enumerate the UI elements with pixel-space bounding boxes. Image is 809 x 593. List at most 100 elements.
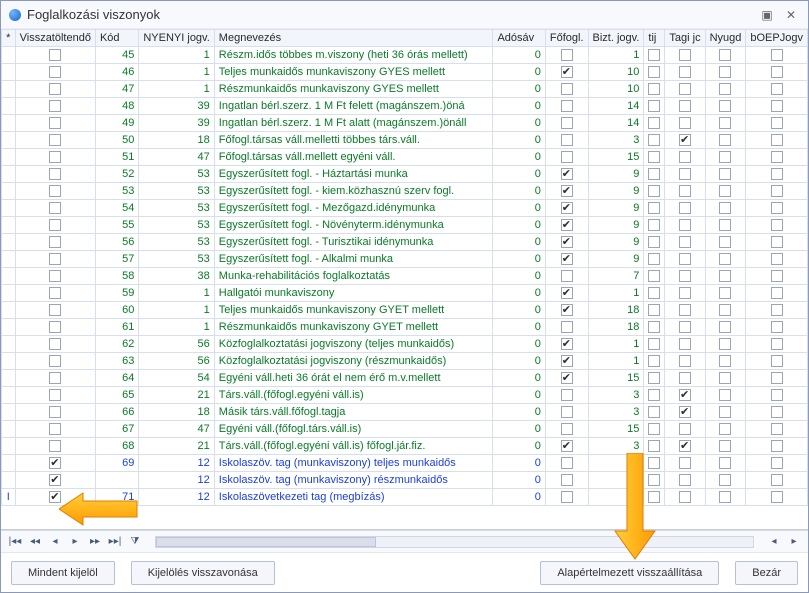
filter-icon[interactable]: ⧩	[127, 534, 143, 550]
table-row[interactable]: 5353Egyszerűsített fogl. - kiem.közhaszn…	[2, 183, 808, 200]
bizt-extra-checkbox[interactable]	[648, 389, 660, 401]
table-row[interactable]: 5553Egyszerűsített fogl. - Növényterm.id…	[2, 217, 808, 234]
fofogl-checkbox[interactable]	[561, 151, 573, 163]
nav-next-icon[interactable]: ▸	[67, 534, 83, 550]
fofogl-checkbox[interactable]	[561, 406, 573, 418]
nyugd-checkbox[interactable]	[719, 338, 731, 350]
boep-checkbox[interactable]	[771, 185, 783, 197]
bizt-extra-checkbox[interactable]	[648, 406, 660, 418]
fofogl-checkbox[interactable]	[561, 66, 573, 78]
bizt-extra-checkbox[interactable]	[648, 202, 660, 214]
close-button[interactable]: Bezár	[735, 561, 798, 585]
nyugd-checkbox[interactable]	[719, 49, 731, 61]
visszatoltendo-checkbox[interactable]	[49, 338, 61, 350]
nyugd-checkbox[interactable]	[719, 117, 731, 129]
bizt-extra-checkbox[interactable]	[648, 253, 660, 265]
fofogl-checkbox[interactable]	[561, 423, 573, 435]
tagi-checkbox[interactable]	[679, 185, 691, 197]
boep-checkbox[interactable]	[771, 83, 783, 95]
nav-prevpage-icon[interactable]: ◂◂	[27, 534, 43, 550]
nyugd-checkbox[interactable]	[719, 372, 731, 384]
fofogl-checkbox[interactable]	[561, 287, 573, 299]
col-tagi[interactable]: Tagi jc	[665, 30, 705, 47]
tagi-checkbox[interactable]	[679, 423, 691, 435]
close-icon[interactable]: ✕	[782, 6, 800, 24]
scrollbar-thumb[interactable]	[156, 537, 376, 547]
boep-checkbox[interactable]	[771, 287, 783, 299]
nav-first-icon[interactable]: |◂◂	[7, 534, 23, 550]
tagi-checkbox[interactable]	[679, 83, 691, 95]
nyugd-checkbox[interactable]	[719, 389, 731, 401]
boep-checkbox[interactable]	[771, 406, 783, 418]
visszatoltendo-checkbox[interactable]	[49, 134, 61, 146]
tagi-checkbox[interactable]	[679, 49, 691, 61]
fofogl-checkbox[interactable]	[561, 491, 573, 503]
nyugd-checkbox[interactable]	[719, 440, 731, 452]
table-row[interactable]: 4939Ingatlan bérl.szerz. 1 M Ft alatt (m…	[2, 115, 808, 132]
table-row[interactable]: 6912Iskolaszöv. tag (munkaviszony) telje…	[2, 455, 808, 472]
table-row[interactable]: 6521Társ.váll.(főfogl.egyéni váll.is)03	[2, 387, 808, 404]
bizt-extra-checkbox[interactable]	[648, 474, 660, 486]
fofogl-checkbox[interactable]	[561, 117, 573, 129]
nyugd-checkbox[interactable]	[719, 83, 731, 95]
nav-prev-icon[interactable]: ◂	[47, 534, 63, 550]
fofogl-checkbox[interactable]	[561, 134, 573, 146]
table-row[interactable]: 601Teljes munkaidős munkaviszony GYET me…	[2, 302, 808, 319]
horizontal-scrollbar[interactable]	[155, 536, 754, 548]
boep-checkbox[interactable]	[771, 304, 783, 316]
fofogl-checkbox[interactable]	[561, 270, 573, 282]
col-bizt-extra[interactable]: tij	[644, 30, 665, 47]
boep-checkbox[interactable]	[771, 49, 783, 61]
fofogl-checkbox[interactable]	[561, 389, 573, 401]
tagi-checkbox[interactable]	[679, 457, 691, 469]
nyugd-checkbox[interactable]	[719, 185, 731, 197]
tagi-checkbox[interactable]	[679, 406, 691, 418]
table-row[interactable]: 5653Egyszerűsített fogl. - Turisztikai i…	[2, 234, 808, 251]
boep-checkbox[interactable]	[771, 355, 783, 367]
visszatoltendo-checkbox[interactable]	[49, 389, 61, 401]
nyugd-checkbox[interactable]	[719, 321, 731, 333]
table-row[interactable]: 6821Társ.váll.(főfogl.egyéni váll.is) fő…	[2, 438, 808, 455]
bizt-extra-checkbox[interactable]	[648, 236, 660, 248]
visszatoltendo-checkbox[interactable]	[49, 49, 61, 61]
visszatoltendo-checkbox[interactable]	[49, 457, 61, 469]
bizt-extra-checkbox[interactable]	[648, 270, 660, 282]
tagi-checkbox[interactable]	[679, 134, 691, 146]
nyugd-checkbox[interactable]	[719, 168, 731, 180]
visszatoltendo-checkbox[interactable]	[49, 117, 61, 129]
bizt-extra-checkbox[interactable]	[648, 423, 660, 435]
tagi-checkbox[interactable]	[679, 151, 691, 163]
boep-checkbox[interactable]	[771, 270, 783, 282]
bizt-extra-checkbox[interactable]	[648, 287, 660, 299]
table-row[interactable]: 5838Munka-rehabilitációs foglalkoztatás0…	[2, 268, 808, 285]
boep-checkbox[interactable]	[771, 253, 783, 265]
bizt-extra-checkbox[interactable]	[648, 185, 660, 197]
visszatoltendo-checkbox[interactable]	[49, 100, 61, 112]
fofogl-checkbox[interactable]	[561, 202, 573, 214]
boep-checkbox[interactable]	[771, 151, 783, 163]
table-row[interactable]: 5253Egyszerűsített fogl. - Háztartási mu…	[2, 166, 808, 183]
col-kod[interactable]: Kód	[95, 30, 138, 47]
table-row[interactable]: 471Részmunkaidős munkaviszony GYES melle…	[2, 81, 808, 98]
table-row[interactable]: 591Hallgatói munkaviszony01	[2, 285, 808, 302]
scroll-right-icon[interactable]: ▸	[786, 534, 802, 550]
nav-last-icon[interactable]: ▸▸|	[107, 534, 123, 550]
tagi-checkbox[interactable]	[679, 321, 691, 333]
fofogl-checkbox[interactable]	[561, 457, 573, 469]
select-all-button[interactable]: Mindent kijelöl	[11, 561, 115, 585]
bizt-extra-checkbox[interactable]	[648, 372, 660, 384]
fofogl-checkbox[interactable]	[561, 185, 573, 197]
table-row[interactable]: 6454Egyéni váll.heti 36 órát el nem érő …	[2, 370, 808, 387]
boep-checkbox[interactable]	[771, 474, 783, 486]
bizt-extra-checkbox[interactable]	[648, 355, 660, 367]
boep-checkbox[interactable]	[771, 338, 783, 350]
bizt-extra-checkbox[interactable]	[648, 321, 660, 333]
boep-checkbox[interactable]	[771, 389, 783, 401]
nyugd-checkbox[interactable]	[719, 474, 731, 486]
nyugd-checkbox[interactable]	[719, 202, 731, 214]
boep-checkbox[interactable]	[771, 117, 783, 129]
deselect-button[interactable]: Kijelölés visszavonása	[131, 561, 275, 585]
tagi-checkbox[interactable]	[679, 219, 691, 231]
bizt-extra-checkbox[interactable]	[648, 457, 660, 469]
bizt-extra-checkbox[interactable]	[648, 117, 660, 129]
